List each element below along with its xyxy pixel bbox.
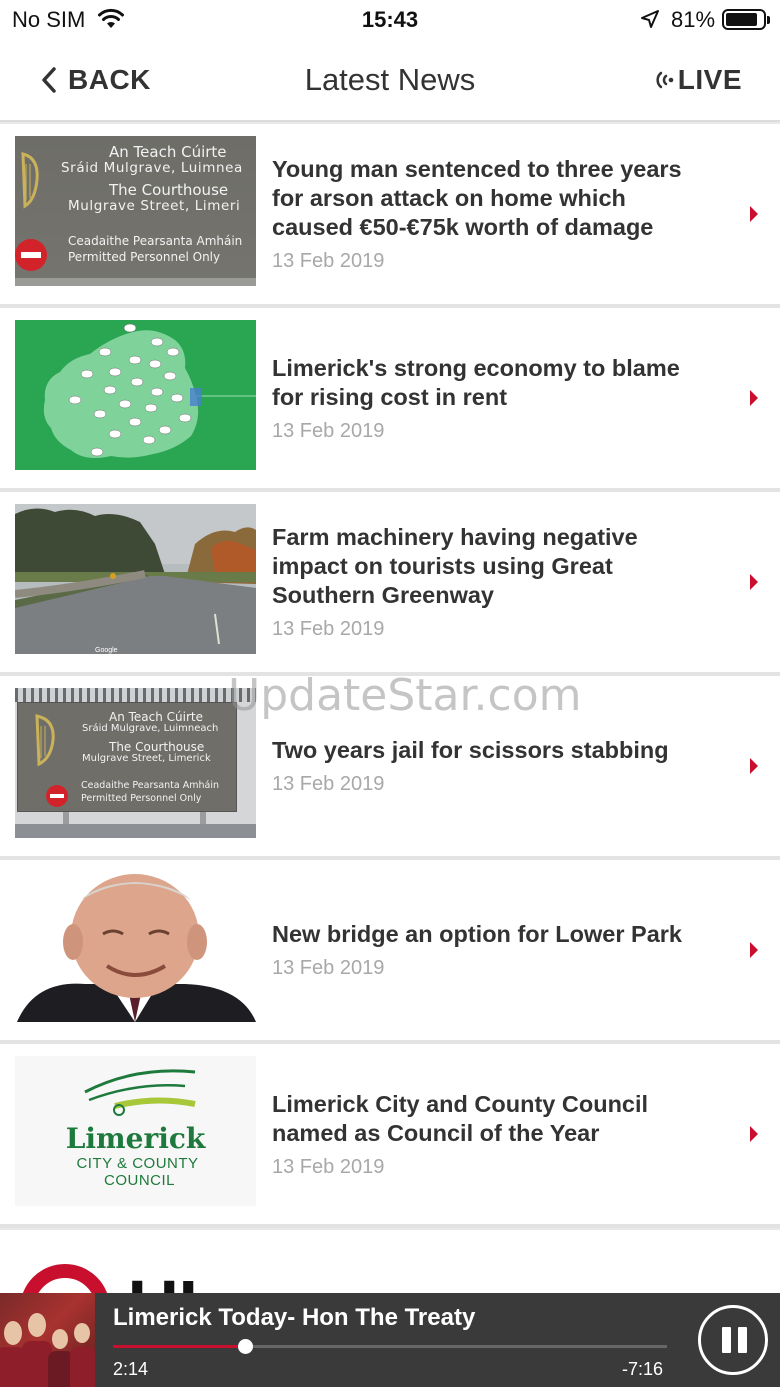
portrait-graphic — [17, 874, 256, 1022]
battery-fill — [726, 13, 757, 26]
live-button[interactable]: LIVE — [652, 64, 742, 96]
news-date: 13 Feb 2019 — [272, 419, 385, 442]
news-item[interactable]: Limerick's strong economy to blame for r… — [0, 308, 780, 492]
news-headline: Limerick's strong economy to blame for r… — [272, 354, 680, 410]
sign-line: Permitted Personnel Only — [81, 793, 202, 804]
limerick-council-logo-thumbnail: Limerick CITY & COUNTY COUNCIL — [15, 1056, 256, 1206]
news-date: 13 Feb 2019 — [272, 957, 385, 979]
sign-line: An Teach Cúirte — [109, 143, 227, 161]
caret-right-icon — [750, 758, 758, 774]
council-logo-line: COUNCIL — [103, 1172, 175, 1189]
sign-line: The Courthouse — [109, 740, 205, 754]
ireland-map-graphic — [43, 323, 256, 458]
councillor-portrait-thumbnail — [15, 872, 256, 1022]
no-entry-icon — [46, 785, 68, 807]
news-headline: Farm machinery having negative impact on… — [272, 524, 638, 608]
sign-line: Ceadaithe Pearsanta Amháin — [68, 234, 243, 248]
nav-bar: BACK Latest News LIVE — [0, 42, 780, 122]
news-item[interactable]: An Teach Cúirte Sráid Mulgrave, Luimnea … — [0, 124, 780, 308]
status-bar: No SIM 15:43 81% — [0, 0, 780, 42]
battery-percentage: 81% — [671, 7, 716, 32]
caret-right-icon — [750, 206, 758, 222]
caret-right-icon — [750, 390, 758, 406]
news-headline: Two years jail for scissors stabbing — [272, 737, 669, 763]
sign-line: Mulgrave Street, Limerick — [82, 753, 211, 764]
sign-line: The Courthouse — [109, 181, 229, 199]
player-artwork — [0, 1293, 95, 1387]
news-date: 13 Feb 2019 — [272, 250, 385, 272]
news-item-partial[interactable]: UL — [0, 1230, 780, 1300]
no-entry-icon — [15, 239, 47, 271]
news-headline: Limerick City and County Council named a… — [272, 1090, 649, 1146]
sign-line: An Teach Cúirte — [109, 710, 204, 724]
caret-right-icon — [750, 574, 758, 590]
road-scene-graphic — [15, 504, 256, 654]
news-headline: New bridge an option for Lower Park — [272, 921, 682, 947]
audio-player[interactable]: Limerick Today- Hon The Treaty 2:14 -7:1… — [0, 1293, 780, 1387]
courthouse-sign-thumbnail: An Teach Cúirte Sráid Mulgrave, Luimnea … — [15, 136, 256, 286]
news-date: 13 Feb 2019 — [272, 618, 385, 640]
council-swoosh-graphic — [84, 1069, 196, 1116]
ireland-map-thumbnail — [15, 320, 256, 470]
news-list: An Teach Cúirte Sráid Mulgrave, Luimnea … — [0, 124, 780, 1228]
news-item[interactable]: An Teach Cúirte Sráid Mulgrave, Luimneac… — [0, 676, 780, 860]
caret-right-icon — [750, 942, 758, 958]
road-photo-thumbnail: Google — [15, 504, 256, 654]
news-item[interactable]: New bridge an option for Lower Park 13 F… — [0, 860, 780, 1044]
battery-icon — [722, 9, 770, 30]
progress-played — [113, 1345, 245, 1348]
sign-line: Sráid Mulgrave, Luimneach — [82, 723, 219, 734]
pause-button[interactable] — [698, 1305, 768, 1375]
harp-emblem — [35, 714, 55, 767]
sign-line: Mulgrave Street, Limeri — [68, 198, 241, 214]
news-item[interactable]: Limerick CITY & COUNTY COUNCIL Limerick … — [0, 1044, 780, 1228]
clock: 15:43 — [361, 7, 419, 32]
council-logo-line: Limerick — [65, 1122, 206, 1155]
pause-icon — [722, 1327, 731, 1353]
news-date: 13 Feb 2019 — [272, 773, 385, 795]
courthouse-sign-thumbnail: An Teach Cúirte Sráid Mulgrave, Luimneac… — [15, 688, 256, 838]
player-title: Limerick Today- Hon The Treaty — [113, 1304, 476, 1331]
council-logo-line: CITY & COUNTY — [76, 1155, 199, 1172]
progress-knob[interactable] — [237, 1339, 253, 1354]
broadcast-icon — [656, 71, 674, 89]
google-watermark: Google — [95, 647, 118, 654]
progress-slider[interactable] — [113, 1339, 667, 1354]
news-date: 13 Feb 2019 — [272, 1155, 385, 1178]
sign-line: Sráid Mulgrave, Luimnea — [61, 160, 243, 176]
live-label: LIVE — [677, 64, 742, 95]
sign-line: Permitted Personnel Only — [68, 250, 221, 264]
harp-emblem — [21, 152, 39, 209]
news-headline: Young man sentenced to three years for a… — [272, 156, 682, 240]
caret-right-icon — [750, 1126, 758, 1142]
sign-line: Ceadaithe Pearsanta Amháin — [81, 780, 219, 791]
news-item[interactable]: Google Farm machinery having negative im… — [0, 492, 780, 676]
location-arrow-icon — [641, 10, 659, 28]
elapsed-time: 2:14 — [113, 1359, 149, 1379]
remaining-time: -7:16 — [622, 1359, 664, 1379]
